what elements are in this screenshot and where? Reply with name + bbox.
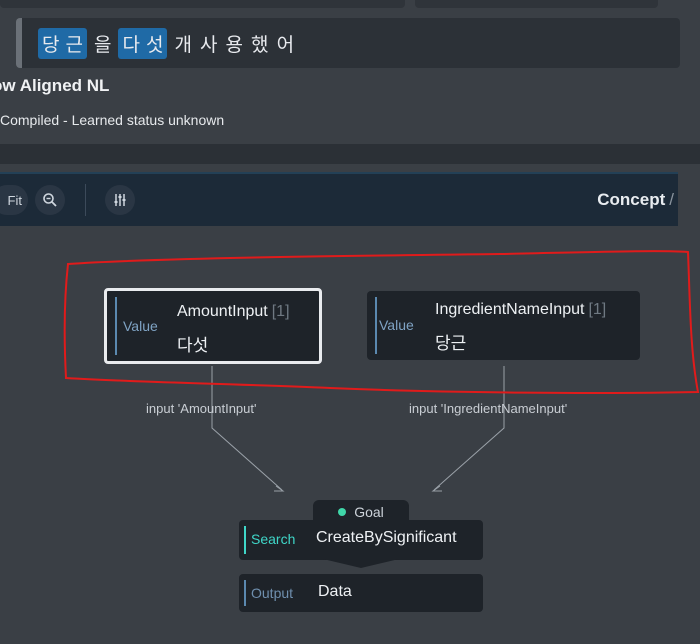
node-kind: Output [251,585,294,601]
edge-label-amount: input 'AmountInput' [146,401,257,416]
sliders-icon [114,194,126,206]
utterance-text[interactable]: 당 근 을 다 섯 개 사 용 했 어 [16,18,680,68]
breadcrumb-concept[interactable]: Concept [597,190,665,209]
zoom-button[interactable] [35,185,65,215]
node-name: IngredientNameInput [1] [435,301,606,319]
token-highlighted[interactable]: 당 근 [38,27,87,59]
node-value: 다섯 [177,336,209,356]
fit-label: Fit [7,192,22,208]
token: 을 [94,33,112,56]
fit-button[interactable]: Fit [0,185,28,215]
search-node[interactable]: Search CreateBySignificant [239,520,483,560]
node-kind: Search [251,531,296,547]
toolbar-separator [85,184,86,216]
token: 개 사 용 했 어 [174,33,296,56]
breadcrumb[interactable]: Concept / [597,190,674,210]
top-card-right [415,0,658,8]
node-name: CreateBySignificant [316,529,457,546]
zoom-icon [43,193,57,207]
amount-input-node[interactable]: Value AmountInput [1] 다섯 [104,288,322,364]
top-card-left [0,0,405,8]
node-kind: Value [379,317,414,333]
ingredient-name-input-node[interactable]: Value IngredientNameInput [1] 당근 [367,291,640,360]
goal-label: Goal [354,504,384,520]
settings-button[interactable] [105,185,135,215]
edge-ingredient [433,366,505,491]
node-kind: Value [123,318,158,334]
node-count: [1] [271,303,290,320]
goal-dot-icon [338,508,347,516]
aligned-nl-title: ow Aligned NL [0,76,110,95]
compile-status: Compiled - Learned status unknown [0,112,225,128]
output-node[interactable]: Output Data [239,574,483,612]
node-accent [375,297,377,354]
breadcrumb-separator: / [669,190,674,209]
graph-toolbar: Fit Concept / [0,172,678,226]
search-node-pointer [323,559,399,568]
divider [0,144,700,164]
utterance-panel: 당 근 을 다 섯 개 사 용 했 어 ow Aligned NL Compil… [0,0,700,164]
node-name-text: AmountInput [177,303,268,320]
node-value: 당근 [435,334,467,354]
node-accent [244,526,246,554]
node-count: [1] [588,301,607,318]
node-name: Data [318,583,352,600]
token-highlighted[interactable]: 다 섯 [118,27,168,59]
node-accent [244,580,246,606]
node-name-text: IngredientNameInput [435,301,585,318]
edge-label-ingredient: input 'IngredientNameInput' [409,401,568,416]
edge-amount [211,366,283,491]
node-name: AmountInput [1] [177,303,290,321]
node-accent [115,297,117,355]
